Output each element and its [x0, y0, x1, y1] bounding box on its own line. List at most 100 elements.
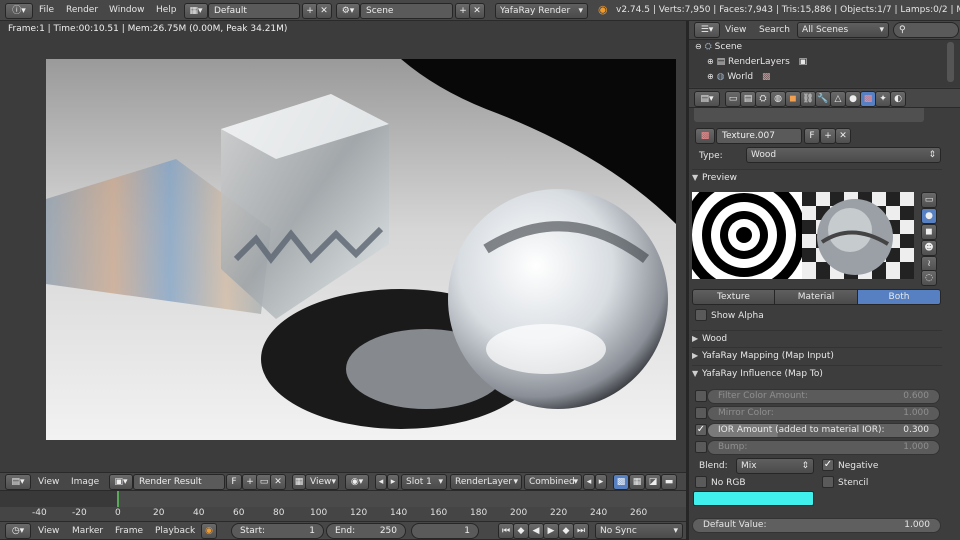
- menu-search[interactable]: Search: [759, 25, 790, 35]
- preview-cube-icon[interactable]: ◼: [921, 224, 937, 240]
- preview-monkey-icon[interactable]: ☻: [921, 240, 937, 256]
- preview-tab-texture[interactable]: Texture: [692, 289, 775, 305]
- preview-sphere-icon[interactable]: ●: [921, 208, 937, 224]
- pivot-icon[interactable]: ◉▾: [345, 474, 369, 490]
- texture-slot-list[interactable]: [694, 108, 924, 122]
- draw-alpha-icon[interactable]: ▩: [613, 474, 629, 490]
- draw-checker-icon[interactable]: ▦: [629, 474, 645, 490]
- outliner-scrollbar[interactable]: [947, 42, 954, 82]
- preview-range-icon[interactable]: ◉: [201, 523, 217, 539]
- jump-key-prev-icon[interactable]: ◆: [513, 523, 529, 539]
- menu-marker[interactable]: Marker: [72, 526, 103, 536]
- remove-screen-icon[interactable]: ✕: [316, 3, 332, 19]
- outliner-editor-type-button[interactable]: ☰▾: [694, 22, 720, 38]
- current-frame-line[interactable]: [117, 491, 119, 507]
- render-result-image[interactable]: [46, 59, 676, 440]
- play-reverse-icon[interactable]: ◀: [528, 523, 544, 539]
- outliner-search-input[interactable]: ⚲: [893, 22, 959, 38]
- influence-panel-header[interactable]: ▼ YafaRay Influence (Map To): [692, 365, 942, 381]
- menu-help[interactable]: Help: [156, 5, 177, 15]
- scene-tab-icon[interactable]: ⛭: [755, 91, 771, 107]
- outliner-item-scene[interactable]: ⊖ ⛭ Scene: [695, 42, 742, 52]
- render-tab-icon[interactable]: ▭: [725, 91, 741, 107]
- menu-frame[interactable]: Frame: [115, 526, 143, 536]
- expand-icon[interactable]: ⊖: [695, 42, 702, 51]
- play-icon[interactable]: ▶: [543, 523, 559, 539]
- render-layers-tab-icon[interactable]: ▤: [740, 91, 756, 107]
- filter-color-slider[interactable]: Filter Color Amount: 0.600: [707, 389, 940, 404]
- expand-icon[interactable]: ⊕: [707, 57, 714, 66]
- new-texture-icon[interactable]: +: [820, 128, 836, 144]
- sync-dropdown[interactable]: No Sync ▾: [595, 523, 683, 539]
- object-tab-icon[interactable]: ◼: [785, 91, 801, 107]
- preview-panel-header[interactable]: ▼ Preview: [692, 169, 942, 185]
- screen-layout-icon[interactable]: ▦▾: [184, 3, 208, 19]
- end-frame-field[interactable]: End: 250: [326, 523, 406, 539]
- slot-prev-icon[interactable]: ◂: [375, 474, 387, 490]
- ior-amount-slider[interactable]: IOR Amount (added to material IOR): 0.300: [707, 423, 940, 438]
- unlink-image-icon[interactable]: ✕: [270, 474, 286, 490]
- timeline-editor-type-button[interactable]: ◷▾: [5, 523, 31, 539]
- scene-field[interactable]: Scene: [360, 3, 453, 19]
- image-name-field[interactable]: Render Result: [133, 474, 225, 490]
- render-layer-dropdown[interactable]: RenderLayer ▾: [450, 474, 522, 490]
- stencil-checkbox[interactable]: [822, 476, 834, 488]
- menu-file[interactable]: File: [39, 5, 54, 15]
- blend-dropdown[interactable]: Mix ⇕: [736, 458, 814, 474]
- filter-color-checkbox[interactable]: [695, 390, 707, 402]
- slot-next-icon[interactable]: ▸: [387, 474, 399, 490]
- fake-user-button[interactable]: F: [226, 474, 242, 490]
- remove-scene-icon[interactable]: ✕: [469, 3, 485, 19]
- menu-view[interactable]: View: [38, 477, 59, 487]
- scene-icon[interactable]: ⚙▾: [336, 3, 360, 19]
- texture-name-field[interactable]: Texture.007: [716, 128, 802, 144]
- wood-panel-header[interactable]: ▶ Wood: [692, 330, 942, 346]
- preview-flat-icon[interactable]: ▭: [921, 192, 937, 208]
- material-tab-icon[interactable]: ●: [845, 91, 861, 107]
- texture-tab-icon[interactable]: ▩: [860, 91, 876, 107]
- jump-key-next-icon[interactable]: ◆: [558, 523, 574, 539]
- menu-render[interactable]: Render: [66, 5, 98, 15]
- render-engine-dropdown[interactable]: YafaRay Render ▾: [495, 3, 588, 19]
- bump-checkbox[interactable]: [695, 441, 707, 453]
- particles-tab-icon[interactable]: ✦: [875, 91, 891, 107]
- no-rgb-checkbox[interactable]: [695, 476, 707, 488]
- outliner-display-dropdown[interactable]: All Scenes ▾: [797, 22, 889, 38]
- view-mode-icon[interactable]: ▦: [292, 474, 306, 490]
- jump-end-icon[interactable]: ⏭: [573, 523, 589, 539]
- mirror-color-checkbox[interactable]: [695, 407, 707, 419]
- mirror-color-slider[interactable]: Mirror Color: 1.000: [707, 406, 940, 421]
- menu-playback[interactable]: Playback: [155, 526, 195, 536]
- timeline-area[interactable]: [0, 491, 686, 521]
- properties-editor-type-button[interactable]: ▤▾: [694, 91, 720, 107]
- texture-type-dropdown[interactable]: Wood ⇕: [746, 147, 941, 163]
- pass-prev-icon[interactable]: ◂: [583, 474, 595, 490]
- draw-z-icon[interactable]: ▬: [661, 474, 677, 490]
- outliner-item-world[interactable]: ⊕ ◍ World ▩: [707, 72, 771, 82]
- texture-browse-icon[interactable]: ▩: [695, 128, 715, 144]
- preview-tab-both[interactable]: Both: [857, 289, 941, 305]
- menu-image[interactable]: Image: [71, 477, 99, 487]
- start-frame-field[interactable]: Start: 1: [231, 523, 324, 539]
- mapping-panel-header[interactable]: ▶ YafaRay Mapping (Map Input): [692, 347, 942, 363]
- unlink-texture-icon[interactable]: ✕: [835, 128, 851, 144]
- image-browse-icon[interactable]: ▣▾: [109, 474, 133, 490]
- modifiers-tab-icon[interactable]: 🔧: [815, 91, 831, 107]
- screen-layout-field[interactable]: Default: [208, 3, 300, 19]
- preview-tab-material[interactable]: Material: [774, 289, 858, 305]
- texture-color-swatch[interactable]: [693, 491, 814, 506]
- slot-dropdown[interactable]: Slot 1 ▾: [401, 474, 447, 490]
- preview-sphere-a-icon[interactable]: ◌: [921, 270, 937, 286]
- negative-checkbox[interactable]: ✓: [822, 459, 834, 471]
- texture-fake-user-button[interactable]: F: [804, 128, 820, 144]
- constraints-tab-icon[interactable]: ⛓: [800, 91, 816, 107]
- outliner-item-renderlayers[interactable]: ⊕ ▤ RenderLayers ▣: [707, 57, 807, 67]
- physics-tab-icon[interactable]: ◐: [890, 91, 906, 107]
- menu-window[interactable]: Window: [109, 5, 145, 15]
- render-pass-dropdown[interactable]: Combined ▾: [524, 474, 582, 490]
- info-editor-type-button[interactable]: ⓘ▾: [5, 3, 33, 19]
- menu-view[interactable]: View: [725, 25, 746, 35]
- default-value-slider[interactable]: Default Value: 1.000: [692, 518, 941, 533]
- ior-amount-checkbox[interactable]: ✓: [695, 424, 707, 436]
- pass-next-icon[interactable]: ▸: [595, 474, 607, 490]
